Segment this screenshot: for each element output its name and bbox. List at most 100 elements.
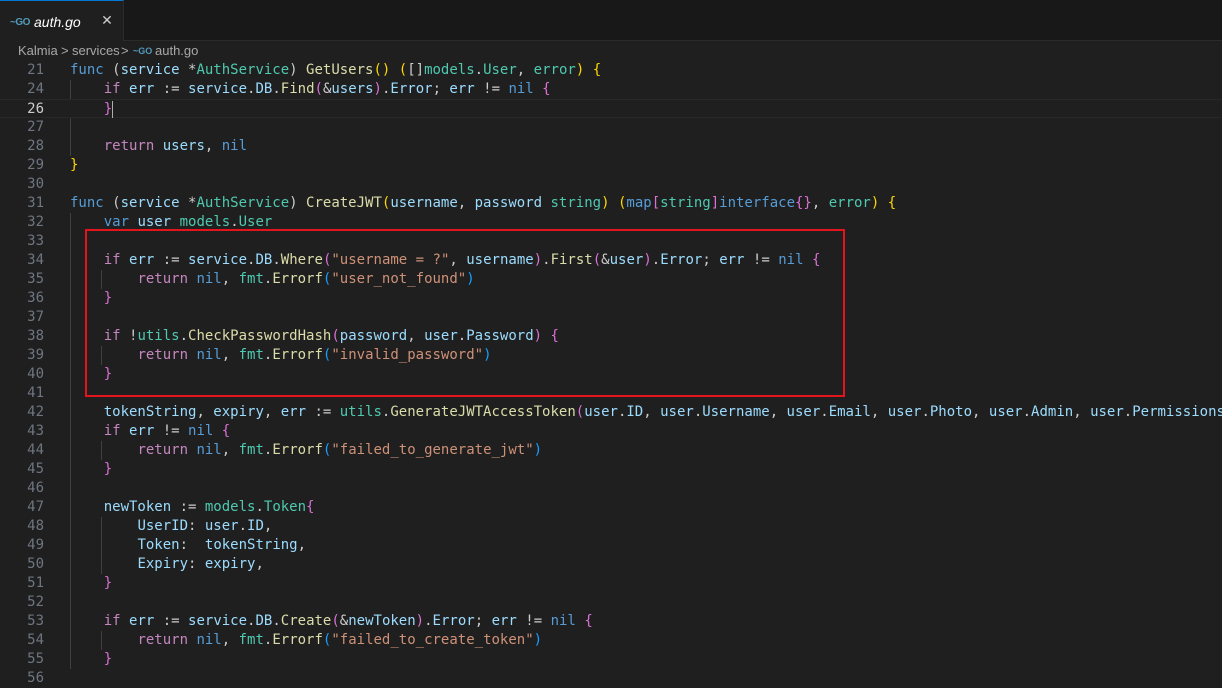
code-token: } — [103, 651, 113, 667]
code-token: Email — [828, 404, 871, 420]
code-text: if err := service.DB.Find(&users).Error;… — [70, 80, 551, 99]
line-number: 38 — [27, 328, 44, 344]
code-line[interactable]: 53 if err := service.DB.Create(&newToken… — [0, 612, 1222, 631]
line-number: 32 — [27, 214, 44, 230]
code-token: User — [483, 62, 517, 78]
code-line[interactable]: 26 } — [0, 99, 1222, 118]
code-token: user — [660, 404, 694, 420]
line-number: 21 — [27, 62, 44, 78]
code-line[interactable]: 28 return users, nil — [0, 137, 1222, 156]
code-line[interactable]: 43 if err != nil { — [0, 422, 1222, 441]
code-token: ) — [533, 442, 543, 458]
breadcrumb-item-services[interactable]: services — [72, 43, 120, 58]
code-line[interactable]: 44 return nil, fmt.Errorf("failed_to_gen… — [0, 441, 1222, 460]
code-line[interactable]: 30 — [0, 175, 1222, 194]
line-number: 53 — [27, 613, 44, 629]
code-token: , — [811, 195, 829, 211]
code-token: user — [137, 214, 172, 230]
code-line[interactable]: 45 } — [0, 460, 1222, 479]
code-line[interactable]: 29} — [0, 156, 1222, 175]
line-number: 50 — [27, 556, 44, 572]
code-text: func (service *AuthService) CreateJWT(us… — [70, 194, 896, 213]
code-token: tokenString — [103, 404, 197, 420]
code-line[interactable]: 24 if err := service.DB.Find(&users).Err… — [0, 80, 1222, 99]
close-icon[interactable]: ✕ — [98, 11, 116, 29]
code-text: } — [70, 574, 112, 593]
line-number: 47 — [27, 499, 44, 515]
editor-tab-bar: ~GO auth.go ✕ — [0, 0, 1222, 41]
code-token: ] — [710, 195, 720, 211]
tab-auth-go[interactable]: ~GO auth.go ✕ — [0, 0, 124, 41]
code-token: } — [103, 101, 113, 117]
code-line[interactable]: 27 — [0, 118, 1222, 137]
line-number: 41 — [27, 385, 44, 401]
code-line[interactable]: 46 — [0, 479, 1222, 498]
code-text: } — [70, 650, 112, 669]
code-token: * — [179, 62, 197, 78]
code-token: GenerateJWTAccessToken — [390, 404, 576, 420]
code-token: , — [1073, 404, 1091, 420]
code-token: := — [171, 499, 205, 515]
code-token: Errorf — [272, 442, 323, 458]
code-line[interactable]: 56 — [0, 669, 1222, 688]
code-line[interactable]: 50 Expiry: expiry, — [0, 555, 1222, 574]
code-line[interactable]: 31 func (service *AuthService) CreateJWT(… — [0, 194, 1222, 213]
code-token: UserID — [137, 518, 189, 534]
code-token: ; — [474, 613, 492, 629]
code-token: Expiry — [137, 556, 189, 572]
code-line[interactable]: 55 } — [0, 650, 1222, 669]
code-token: . — [272, 81, 281, 97]
code-token: models — [204, 499, 256, 515]
code-token: & — [339, 613, 349, 629]
code-token: user — [584, 404, 618, 420]
line-number: 33 — [27, 233, 44, 249]
code-text: if err := service.DB.Create(&newToken).E… — [70, 612, 593, 631]
code-line[interactable]: 47 newToken := models.Token{ — [0, 498, 1222, 517]
code-token: , — [457, 195, 475, 211]
breadcrumb-item-file[interactable]: auth.go — [155, 43, 198, 58]
code-token: ) — [289, 195, 307, 211]
code-text: if err != nil { — [70, 422, 230, 441]
code-token: } — [103, 575, 113, 591]
code-line[interactable]: 21 func (service *AuthService) GetUsers()… — [0, 61, 1222, 80]
code-line[interactable]: 51 } — [0, 574, 1222, 593]
code-text: return users, nil — [70, 137, 247, 156]
code-token: ) — [289, 62, 307, 78]
code-token: ID — [247, 518, 264, 534]
code-token: nil — [508, 81, 534, 97]
code-token: expiry — [204, 556, 256, 572]
code-token: service — [120, 62, 180, 78]
code-line[interactable]: 54 return nil, fmt.Errorf("failed_to_cre… — [0, 631, 1222, 650]
code-token: * — [179, 195, 197, 211]
code-line[interactable]: 48 UserID: user.ID, — [0, 517, 1222, 536]
code-line[interactable]: 52 — [0, 593, 1222, 612]
code-text: } — [70, 460, 112, 479]
code-token: User — [238, 214, 273, 230]
code-token: models — [179, 214, 231, 230]
code-text: tokenString, expiry, err := utils. Genera… — [70, 403, 1222, 422]
code-line[interactable]: 49 Token: tokenString, — [0, 536, 1222, 555]
line-number: 39 — [27, 347, 44, 363]
code-token: ) — [415, 613, 425, 629]
code-token: Token — [137, 537, 180, 553]
code-token: Token — [263, 499, 307, 515]
breadcrumb-separator: > — [61, 43, 69, 58]
line-number: 30 — [27, 176, 44, 192]
code-token: ( — [575, 404, 585, 420]
line-number: 37 — [27, 309, 44, 325]
code-token: != — [516, 613, 551, 629]
code-token: string — [660, 195, 711, 211]
line-number: 27 — [27, 119, 44, 135]
breadcrumb-item-kalmia[interactable]: Kalmia — [18, 43, 58, 58]
code-line[interactable]: 42 tokenString, expiry, err := utils. Gen… — [0, 403, 1222, 422]
